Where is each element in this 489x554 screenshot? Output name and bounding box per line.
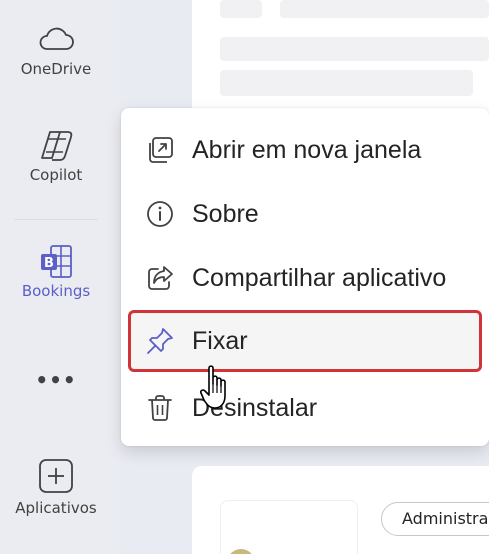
- open-new-window-icon: [149, 137, 173, 163]
- rail-item-label: Bookings: [21, 282, 91, 300]
- app-context-menu: Abrir em nova janela Sobre Compartilhar …: [121, 108, 489, 446]
- menu-item-compartilhar[interactable]: Compartilhar aplicativo: [121, 246, 489, 310]
- admin-filter-pill[interactable]: Administra: [381, 502, 489, 536]
- share-icon: [148, 266, 173, 290]
- rail-item-label: Aplicativos: [15, 499, 97, 517]
- rail-item-label: Copilot: [29, 166, 83, 184]
- menu-item-desinstalar[interactable]: Desinstalar: [121, 376, 489, 440]
- rail-item-copilot[interactable]: Copilot: [0, 128, 112, 184]
- menu-item-open-new-window[interactable]: Abrir em nova janela: [121, 118, 489, 182]
- more-icon: •••: [35, 368, 77, 392]
- copilot-icon: [41, 131, 73, 161]
- rail-item-label: OneDrive: [20, 60, 92, 78]
- add-apps-icon: [39, 459, 73, 493]
- content-card: Administra: [192, 466, 489, 554]
- rail-item-bookings[interactable]: B Bookings: [0, 244, 112, 300]
- skeleton-line: [280, 0, 489, 18]
- loading-card: [192, 0, 489, 122]
- menu-item-label: Compartilhar aplicativo: [192, 263, 447, 292]
- cloud-icon: [39, 27, 74, 50]
- menu-item-label: Fixar: [192, 326, 248, 355]
- rail-item-onedrive[interactable]: OneDrive: [0, 24, 112, 78]
- menu-item-label: Abrir em nova janela: [192, 135, 422, 164]
- menu-item-fixar[interactable]: Fixar: [128, 310, 482, 372]
- skeleton-line: [220, 70, 473, 96]
- svg-text:B: B: [44, 256, 54, 271]
- more-apps-button[interactable]: •••: [0, 368, 112, 392]
- info-icon: [147, 201, 173, 227]
- menu-item-sobre[interactable]: Sobre: [121, 182, 489, 246]
- pin-icon: [147, 328, 173, 354]
- menu-item-label: Sobre: [192, 199, 259, 228]
- avatar: [227, 549, 255, 554]
- rail-divider: [14, 219, 98, 220]
- trash-icon: [148, 395, 172, 421]
- hand-cursor-icon: [200, 365, 226, 409]
- rail-item-aplicativos[interactable]: Aplicativos: [0, 458, 112, 517]
- skeleton-line: [220, 0, 262, 18]
- skeleton-line: [220, 37, 489, 61]
- bookings-icon: B: [41, 245, 72, 278]
- app-rail: OneDrive Copilot B Bookings ••• Aplicati…: [0, 0, 120, 554]
- card-tile: [220, 500, 358, 554]
